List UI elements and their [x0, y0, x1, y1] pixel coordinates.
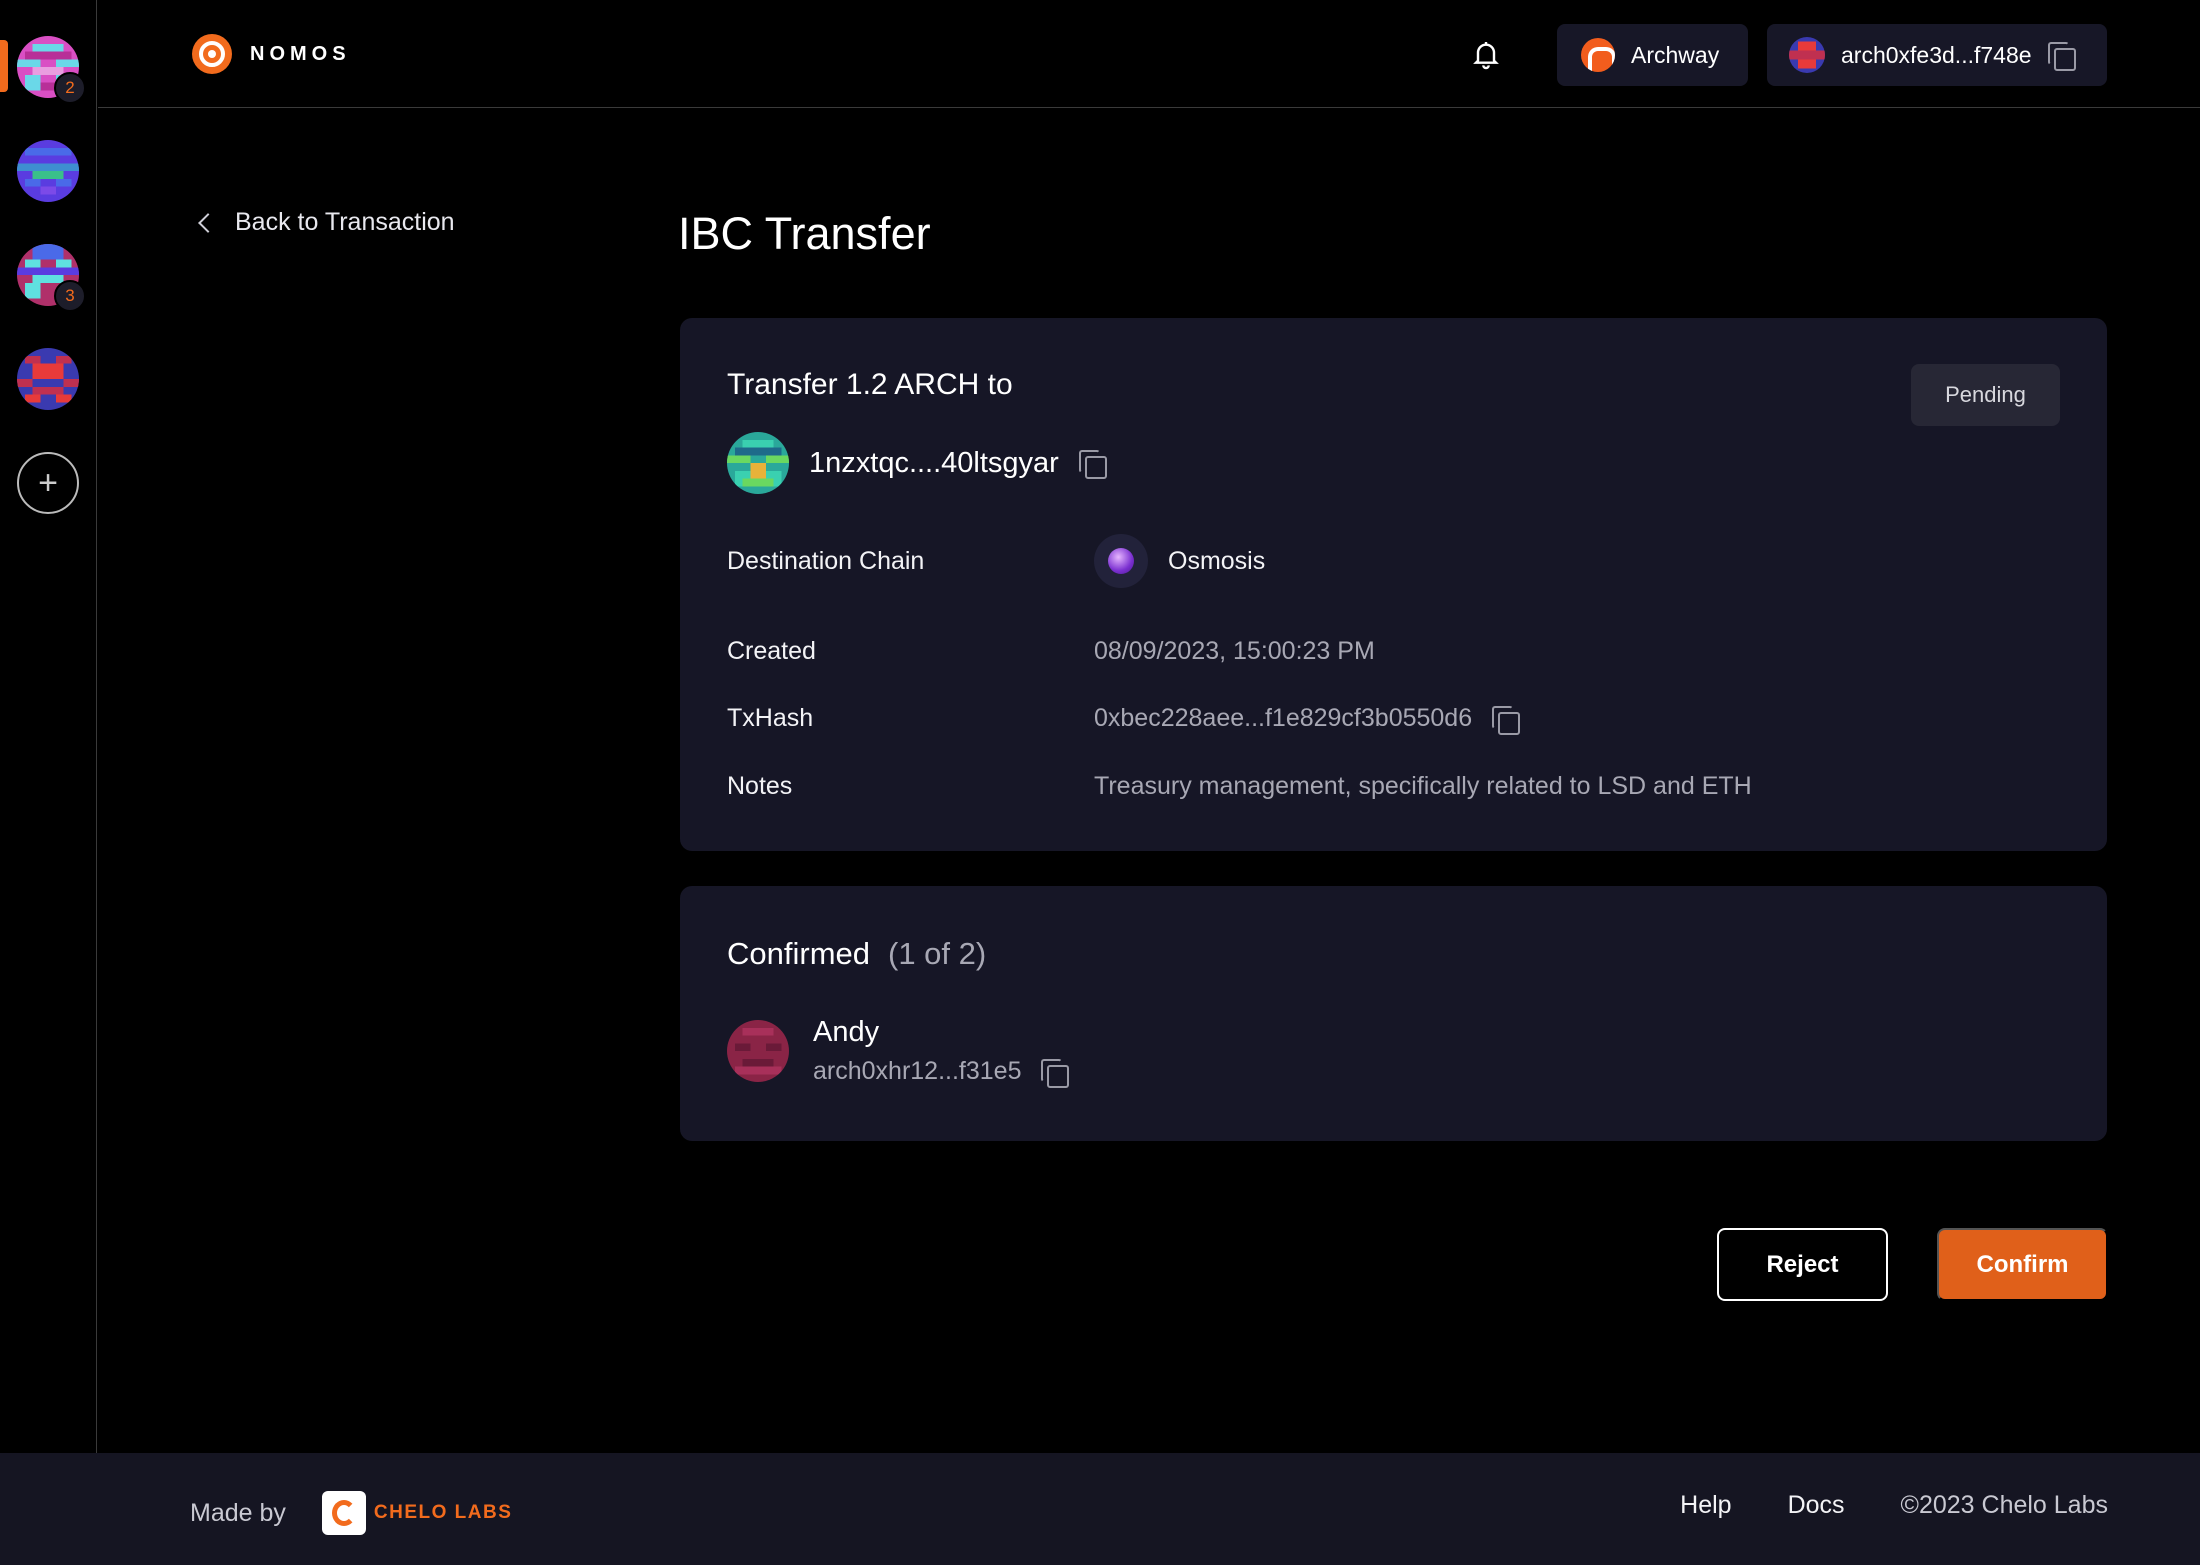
logo-text: NOMOS: [250, 42, 351, 65]
detail-label: TxHash: [727, 704, 814, 732]
recipient-address-row: 1nzxtqc....40ltsgyar: [727, 432, 1107, 494]
bell-icon[interactable]: [1470, 38, 1502, 70]
signer-name: Andy: [813, 1016, 880, 1048]
help-link[interactable]: Help: [1680, 1491, 1731, 1520]
active-indicator: [0, 40, 8, 92]
back-to-transaction-link[interactable]: Back to Transaction: [197, 208, 455, 237]
nomos-logo[interactable]: NOMOS: [192, 34, 351, 74]
copyright-text: ©2023 Chelo Labs: [1900, 1491, 2108, 1519]
txhash-row: TxHash 0xbec228aee...f1e829cf3b0550d6: [727, 704, 1521, 735]
signer-row: Andy arch0xhr12...f31e5: [727, 1016, 1070, 1088]
chain-selector[interactable]: Archway: [1557, 24, 1748, 86]
signer-avatar: [727, 1020, 789, 1082]
docs-link[interactable]: Docs: [1788, 1491, 1845, 1520]
transaction-card: Transfer 1.2 ARCH to Pending 1nzxtqc....…: [680, 318, 2107, 851]
nomos-logo-icon: [192, 34, 232, 74]
destination-chain-row: Destination Chain Osmosis: [727, 534, 1265, 588]
chevron-left-icon: [198, 212, 218, 233]
chain-name: Archway: [1631, 41, 1720, 68]
confirmed-count: (1 of 2): [888, 936, 987, 971]
copy-icon[interactable]: [1041, 1058, 1070, 1088]
page-footer: Made by CHELO LABS Help Docs ©2023 Chelo…: [0, 1453, 2200, 1565]
created-timestamp: 08/09/2023, 15:00:23 PM: [1094, 637, 1375, 665]
wallet-account[interactable]: arch0xfe3d...f748e: [1767, 24, 2107, 86]
confirmations-heading: Confirmed (1 of 2): [727, 936, 986, 972]
chelo-labs-logo[interactable]: CHELO LABS: [321, 1491, 513, 1535]
status-badge: Pending: [1911, 364, 2060, 426]
detail-label: Created: [727, 637, 816, 665]
confirmed-label: Confirmed: [727, 936, 870, 971]
wallet-avatar: [1789, 37, 1825, 73]
copy-icon[interactable]: [1078, 450, 1107, 479]
safe-avatar-4[interactable]: [17, 348, 79, 410]
confirmations-card: Confirmed (1 of 2) Andy arch0xhr12...f31…: [680, 886, 2107, 1141]
plus-icon: +: [38, 463, 58, 502]
safe-avatar-2[interactable]: [17, 140, 79, 202]
back-label: Back to Transaction: [235, 208, 455, 236]
brand-name: CHELO LABS: [373, 1502, 513, 1523]
page-title: IBC Transfer: [678, 208, 931, 259]
created-row: Created 08/09/2023, 15:00:23 PM: [727, 637, 1375, 666]
notification-count-badge: 3: [54, 280, 86, 312]
recipient-address: 1nzxtqc....40ltsgyar: [809, 446, 1059, 479]
detail-label: Notes: [727, 772, 793, 800]
detail-label: Destination Chain: [727, 546, 925, 575]
archway-icon: [1581, 38, 1615, 72]
notes-row: Notes Treasury management, specifically …: [727, 772, 1752, 801]
confirm-button[interactable]: Confirm: [1937, 1228, 2108, 1301]
notification-count-badge: 2: [54, 72, 86, 104]
transfer-title: Transfer 1.2 ARCH to: [727, 368, 1013, 401]
notes-value: Treasury management, specifically relate…: [1094, 772, 1752, 800]
chelo-logo-icon: [321, 1491, 366, 1535]
txhash-value: 0xbec228aee...f1e829cf3b0550d6: [1094, 704, 1473, 732]
osmosis-icon: [1094, 534, 1148, 588]
wallet-address: arch0xfe3d...f748e: [1841, 41, 2032, 68]
copy-icon[interactable]: [1492, 705, 1521, 735]
recipient-avatar: [727, 432, 789, 494]
reject-button[interactable]: Reject: [1717, 1228, 1888, 1301]
add-safe-button[interactable]: +: [17, 452, 79, 514]
destination-chain-name: Osmosis: [1168, 546, 1266, 575]
top-header: NOMOS Archway arch0xfe3d...f748e: [98, 0, 2200, 108]
copy-icon[interactable]: [2047, 42, 2076, 71]
signer-address: arch0xhr12...f31e5: [813, 1057, 1022, 1085]
safe-sidebar: 2 3 +: [0, 0, 97, 1453]
made-by-label: Made by: [190, 1498, 286, 1527]
